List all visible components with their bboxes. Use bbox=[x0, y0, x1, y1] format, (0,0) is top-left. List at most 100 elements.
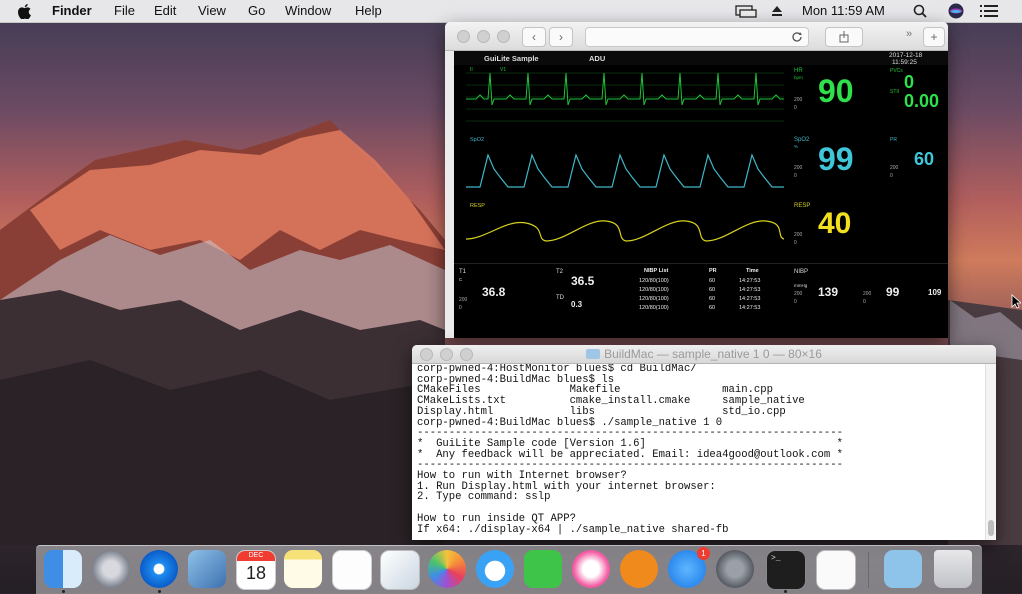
nibp-unit: mmHg bbox=[794, 283, 808, 288]
st-value: 0.00 bbox=[904, 91, 940, 111]
resp-scale-low: 0 bbox=[794, 240, 797, 246]
hr-scale-low: 0 bbox=[794, 105, 797, 111]
t2-label: T2 bbox=[556, 269, 564, 275]
t1-scale-low: 0 bbox=[459, 305, 462, 311]
spo2-scale-low: 0 bbox=[794, 173, 797, 179]
new-tab-button[interactable]: + bbox=[923, 27, 945, 47]
back-button[interactable]: ‹ bbox=[522, 27, 546, 47]
nibp-list-row: 120/80(100) bbox=[639, 296, 669, 302]
notification-center-icon[interactable] bbox=[980, 5, 998, 17]
menu-window[interactable]: Window bbox=[285, 3, 331, 18]
calendar-icon[interactable]: DEC 18 bbox=[236, 550, 276, 590]
terminal-window: BuildMac — sample_native 1 0 — 80×16 cor… bbox=[412, 345, 996, 540]
terminal-titlebar: BuildMac — sample_native 1 0 — 80×16 bbox=[412, 345, 996, 364]
reload-icon[interactable] bbox=[791, 31, 803, 43]
nibp-list-row-pr: 60 bbox=[709, 287, 716, 293]
show-more-icon[interactable]: » bbox=[906, 28, 912, 40]
patient-monitor-display: GuiLite Sample ADU 2017-12-18 11:59:25 I… bbox=[454, 51, 948, 338]
spotlight-search-icon[interactable] bbox=[913, 4, 927, 18]
nibp-systolic-value: 139 bbox=[818, 285, 839, 299]
notes-icon[interactable] bbox=[284, 550, 322, 588]
spo2-waveform bbox=[466, 153, 784, 188]
share-button[interactable] bbox=[825, 27, 863, 47]
hr-unit: bpm bbox=[794, 75, 803, 80]
nibp-list-table: NIBP List PR Time 120/80(100) 60 14:27:5… bbox=[639, 268, 779, 318]
spo2-label: SpO2 bbox=[794, 137, 810, 143]
menu-go[interactable]: Go bbox=[248, 3, 265, 18]
terminal-line: 2. Type command: sslp bbox=[417, 491, 551, 504]
dock-separator bbox=[868, 552, 869, 588]
eject-icon[interactable] bbox=[771, 5, 783, 17]
photos-icon[interactable] bbox=[428, 550, 466, 588]
ibooks-icon[interactable] bbox=[620, 550, 658, 588]
nibp-map-value: 109 bbox=[928, 288, 942, 297]
resp-scale-high: 200 bbox=[794, 232, 803, 238]
nibp-diastolic-value: 99 bbox=[886, 285, 900, 299]
nibp-list-row: 120/80(100) bbox=[639, 305, 669, 311]
hr-label: HR bbox=[794, 68, 803, 74]
finder-icon[interactable] bbox=[44, 550, 82, 588]
pvcs-value: 0 bbox=[904, 72, 915, 92]
nibp-mid-scale-high: 200 bbox=[863, 291, 872, 297]
menu-clock[interactable]: Mon 11:59 AM bbox=[802, 3, 885, 18]
nibp-list-row: 120/80(100) bbox=[639, 278, 669, 284]
ecg-waveform bbox=[466, 72, 784, 122]
nibp-list-row: 120/80(100) bbox=[639, 287, 669, 293]
siri-icon[interactable] bbox=[948, 3, 964, 19]
resp-waveform bbox=[466, 220, 784, 242]
resp-label: RESP bbox=[794, 203, 811, 209]
facetime-icon[interactable] bbox=[524, 550, 562, 588]
monitor-subtitle: ADU bbox=[589, 54, 606, 63]
menu-file[interactable]: File bbox=[114, 3, 135, 18]
downloads-folder-icon[interactable] bbox=[884, 550, 922, 588]
mail-icon[interactable] bbox=[188, 550, 226, 588]
mouse-cursor-icon bbox=[1011, 294, 1021, 309]
system-preferences-icon[interactable] bbox=[716, 550, 754, 588]
apple-menu-icon[interactable] bbox=[18, 4, 31, 19]
nibp-list-row-pr: 60 bbox=[709, 305, 716, 311]
pr-scale-low: 0 bbox=[890, 173, 893, 179]
pr-value: 60 bbox=[914, 149, 935, 169]
terminal-output[interactable]: corp-pwned-4:HostMonitor blues$ cd Build… bbox=[417, 364, 982, 540]
terminal-icon[interactable]: >_ bbox=[766, 550, 806, 590]
launchpad-icon[interactable] bbox=[92, 550, 130, 588]
minimize-button[interactable] bbox=[477, 30, 490, 43]
terminal-line: If x64: ./display-x64 | ./sample_native … bbox=[417, 523, 729, 536]
zoom-button[interactable] bbox=[497, 30, 510, 43]
nibp-list-row-time: 14:27:53 bbox=[739, 296, 761, 302]
forward-button[interactable]: › bbox=[549, 27, 573, 47]
menu-view[interactable]: View bbox=[198, 3, 226, 18]
pr-label: PR bbox=[890, 137, 897, 143]
menu-help[interactable]: Help bbox=[355, 3, 382, 18]
address-bar[interactable] bbox=[585, 27, 809, 47]
menu-app-name[interactable]: Finder bbox=[52, 3, 92, 18]
app-store-badge: 1 bbox=[697, 547, 710, 560]
t1-value: 36.8 bbox=[482, 285, 506, 299]
ecg-lead-ii: II bbox=[470, 67, 473, 73]
dock: DEC 18 1 >_ bbox=[36, 545, 982, 594]
spo2-value: 99 bbox=[818, 141, 854, 177]
trash-icon[interactable] bbox=[934, 550, 972, 588]
terminal-prompt-icon: >_ bbox=[771, 554, 781, 563]
airplay-display-icon[interactable] bbox=[735, 5, 757, 18]
preview-icon[interactable] bbox=[380, 550, 420, 590]
safari-icon[interactable] bbox=[140, 550, 178, 588]
nibp-list-header-pr: PR bbox=[709, 268, 717, 274]
menu-edit[interactable]: Edit bbox=[154, 3, 176, 18]
itunes-icon[interactable] bbox=[572, 550, 610, 588]
nibp-list-row-time: 14:27:53 bbox=[739, 287, 761, 293]
close-button[interactable] bbox=[457, 30, 470, 43]
terminal-line: How to run inside QT APP? bbox=[417, 512, 576, 525]
app-store-icon[interactable]: 1 bbox=[668, 547, 710, 588]
terminal-scrollbar[interactable] bbox=[985, 364, 996, 540]
textedit-icon[interactable] bbox=[816, 550, 856, 590]
reminders-icon[interactable] bbox=[332, 550, 372, 590]
messages-icon[interactable] bbox=[476, 550, 514, 588]
monitor-date: 2017-12-18 bbox=[889, 52, 923, 59]
chevron-left-icon: ‹ bbox=[532, 30, 536, 44]
nibp-list-row-pr: 60 bbox=[709, 296, 716, 302]
terminal-scrollbar-thumb[interactable] bbox=[988, 520, 994, 536]
browser-toolbar: ‹ › » + bbox=[445, 22, 948, 51]
monitor-time: 11:59:25 bbox=[892, 59, 917, 66]
nibp-list-header-time: Time bbox=[746, 268, 759, 274]
